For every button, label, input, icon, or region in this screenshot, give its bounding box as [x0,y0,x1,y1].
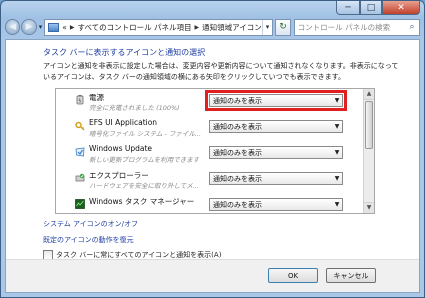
close-button[interactable]: ✕ [382,1,420,15]
breadcrumb-overflow[interactable]: « [62,23,67,32]
chevron-down-icon: ▼ [334,175,340,182]
content-pane: タスク バーに表示するアイコンと通知の選択 アイコンと通知を非表示に設定した場合… [5,39,420,293]
recent-pages-dropdown[interactable]: ▾ [39,23,43,31]
icon-status: 暗号化ファイル システム - ファイル... [89,130,202,138]
efs-icon [75,121,85,131]
chevron-down-icon: ▼ [334,97,340,104]
behavior-select[interactable]: 通知のみを表示 ▼ [209,120,343,133]
icon-name: Windows Update [89,144,153,153]
dialog-footer: OK キャンセル [6,259,419,292]
scroll-down-button[interactable]: ▼ [364,202,374,213]
behavior-value: 通知のみを表示 [213,174,262,183]
breadcrumb-separator-icon[interactable]: ▶ [70,24,75,31]
maximize-button[interactable]: □ [360,1,382,15]
list-item: Windows Update 新しい更新プログラムを利用できます 通知のみを表示… [56,141,362,169]
page-title: タスク バーに表示するアイコンと通知の選択 [43,48,206,57]
behavior-value: 通知のみを表示 [213,122,262,131]
power-icon [76,95,84,105]
chevron-down-icon: ▼ [334,201,340,208]
navigation-bar: ◀ ▶ ▾ « ▶ すべてのコントロール パネル項目 ▶ 通知領域アイコン ▾ … [5,17,420,37]
scroll-thumb[interactable] [365,101,373,149]
chevron-down-icon: ▼ [334,123,340,130]
behavior-select[interactable]: 通知のみを表示 ▼ [209,198,343,211]
icon-name: EFS UI Application [89,118,158,127]
breadcrumb-notification-area-icons[interactable]: 通知領域アイコン [202,22,262,33]
system-icons-link[interactable]: システム アイコンのオン/オフ [43,219,138,229]
search-input[interactable]: コントロール パネルの検索 [298,22,405,33]
behavior-select[interactable]: 通知のみを表示 ▼ [205,90,347,111]
explorer-icon [75,173,85,182]
address-bar[interactable]: « ▶ すべてのコントロール パネル項目 ▶ 通知領域アイコン ▾ [44,18,274,36]
restore-default-behaviors-link[interactable]: 既定のアイコンの動作を復元 [43,235,134,245]
icon-status: 新しい更新プログラムを利用できます [89,156,200,164]
search-icon[interactable]: ⌕ [405,22,419,32]
list-item: エクスプローラー ハードウェアを安全に取り外してメ... 通知のみを表示 ▼ [56,167,362,195]
behavior-value: 通知のみを表示 [213,96,262,105]
scroll-up-button[interactable]: ▲ [364,89,374,100]
control-panel-window: ─ □ ✕ ◀ ▶ ▾ « ▶ すべてのコントロール パネル項目 ▶ 通知領域ア… [0,0,425,298]
address-dropdown-icon[interactable]: ▾ [261,19,269,35]
behavior-value: 通知のみを表示 [213,148,262,157]
cancel-button[interactable]: キャンセル [326,268,376,283]
behavior-select[interactable]: 通知のみを表示 ▼ [209,146,343,159]
chevron-down-icon: ▼ [334,149,340,156]
icon-status: 完全に充電されました (100%) [89,104,180,112]
breadcrumb-all-control-panel-items[interactable]: すべてのコントロール パネル項目 [77,22,191,33]
list-item: EFS UI Application 暗号化ファイル システム - ファイル..… [56,115,362,143]
forward-button[interactable]: ▶ [21,19,37,35]
ok-button[interactable]: OK [268,268,318,283]
window-controls: ─ □ ✕ [336,1,420,15]
page-description: アイコンと通知を非表示に設定した場合は、変更内容や更新内容について通知されなくな… [43,62,399,81]
breadcrumb-separator-icon[interactable]: ▶ [195,24,200,31]
task-manager-icon [75,199,85,209]
windows-update-icon [75,147,85,157]
notification-icon-list: 電源 完全に充電されました (100%) 通知のみを表示 ▼ EFS UI Ap… [55,88,375,214]
icon-status: ハードウェアを安全に取り外してメ... [89,182,200,190]
refresh-button[interactable]: ↻ [275,18,291,36]
list-item: 電源 完全に充電されました (100%) 通知のみを表示 ▼ [56,89,362,117]
back-button[interactable]: ◀ [5,19,21,35]
search-box[interactable]: コントロール パネルの検索 ⌕ [293,18,420,36]
behavior-select[interactable]: 通知のみを表示 ▼ [209,172,343,185]
list-item: Windows タスク マネージャー 通知のみを表示 ▼ [56,193,362,213]
icon-name: Windows タスク マネージャー [89,197,195,206]
behavior-value: 通知のみを表示 [213,200,262,209]
list-scrollbar[interactable]: ▲ ▼ [363,89,374,213]
minimize-button[interactable]: ─ [336,1,360,15]
control-panel-icon [48,22,60,32]
